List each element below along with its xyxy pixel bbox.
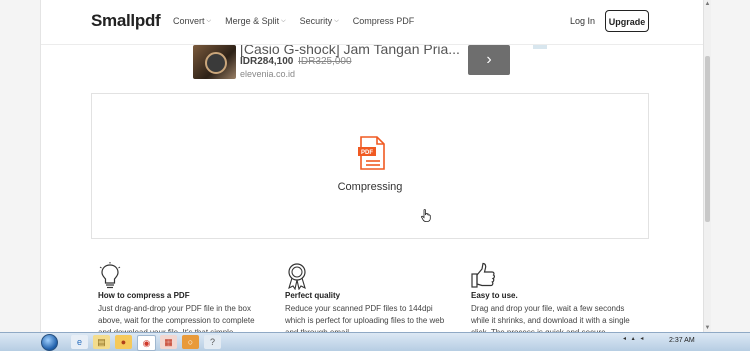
feature-title: How to compress a PDF	[98, 291, 190, 300]
nav-security-label: Security	[299, 16, 333, 26]
nav-compress-pdf[interactable]: Compress PDF	[353, 16, 415, 26]
nav-convert-label: Convert	[173, 16, 205, 26]
chrome-browser-icon[interactable]: ◉	[137, 335, 156, 351]
scroll-down-arrow-icon[interactable]: ▼	[704, 324, 711, 332]
feature-title: Perfect quality	[285, 291, 341, 300]
ad-price: IDR284,100 IDR325,000	[240, 56, 352, 67]
window-frame-left	[0, 0, 41, 332]
nav-merge-split[interactable]: Merge & Split ⌵	[225, 16, 286, 26]
feature-line: while it shrinks, and download it with a…	[471, 316, 630, 325]
ad-product-image[interactable]	[193, 45, 236, 79]
compression-status: Compressing	[337, 181, 403, 193]
scroll-up-arrow-icon[interactable]: ▲	[704, 0, 711, 8]
nav-security[interactable]: Security ⌵	[300, 16, 339, 26]
chevron-down-icon: ⌵	[206, 17, 212, 24]
vertical-scrollbar[interactable]: ▲ ▼	[703, 0, 711, 332]
windows-taskbar: e ▤ ● ◉ ▦ ○ ? ◂ ▴ ◂ 2:37 AM	[0, 332, 750, 351]
login-link[interactable]: Log In	[570, 16, 595, 26]
nav-compress-pdf-label: Compress PDF	[352, 16, 415, 26]
feature-perfect-quality: Perfect quality Reduce your scanned PDF …	[285, 262, 465, 339]
lightbulb-icon	[98, 262, 278, 290]
feature-line: Drag and drop your file, wait a few seco…	[471, 304, 625, 313]
feature-line: above, wait for the compression to compl…	[98, 316, 255, 325]
ad-banner[interactable]: [Casio G-shock] Jam Tangan Pria... IDR28…	[41, 45, 703, 83]
windows-logo-icon	[40, 334, 58, 351]
pdf-reader-icon[interactable]: ▦	[160, 335, 177, 349]
internet-explorer-icon[interactable]: e	[71, 335, 88, 349]
thumbs-up-icon	[471, 262, 651, 290]
site-header: Smallpdf Convert ⌵ Merge & Split ⌵ Secur…	[41, 0, 703, 45]
ad-choices-icon[interactable]	[533, 45, 547, 49]
feature-title: Easy to use.	[471, 291, 518, 300]
chevron-down-icon: ⌵	[281, 17, 286, 24]
feature-line: Just drag-and-drop your PDF file in the …	[98, 304, 251, 313]
ad-current-price: IDR284,100	[240, 56, 294, 67]
taskbar-clock[interactable]: 2:37 AM	[669, 337, 695, 344]
scroll-thumb[interactable]	[705, 56, 710, 222]
pdf-file-icon: PDF	[358, 136, 386, 175]
main-nav: Convert ⌵ Merge & Split ⌵ Security ⌵ Com…	[173, 16, 428, 26]
pdf-dropzone[interactable]: PDF Compressing	[91, 93, 649, 239]
pdf-icon-label: PDF	[361, 150, 373, 156]
nav-merge-split-label: Merge & Split	[225, 16, 280, 26]
firefox-icon[interactable]: ○	[182, 335, 199, 349]
ad-old-price: IDR325,000	[298, 56, 352, 67]
smallpdf-logo[interactable]: Smallpdf	[91, 11, 161, 31]
window-frame-right	[709, 0, 750, 332]
feature-how-to-compress: How to compress a PDF Just drag-and-drop…	[98, 262, 278, 339]
award-ribbon-icon	[285, 262, 465, 291]
chevron-right-icon: ›	[486, 51, 492, 68]
chevron-down-icon: ⌵	[334, 17, 339, 24]
hand-cursor-icon	[421, 209, 431, 227]
system-tray[interactable]: ◂ ▴ ◂	[623, 335, 645, 342]
help-icon[interactable]: ?	[204, 335, 221, 349]
ad-domain: elevenia.co.id	[240, 69, 296, 79]
nav-convert[interactable]: Convert ⌵	[173, 16, 211, 26]
feature-easy-to-use: Easy to use. Drag and drop your file, wa…	[471, 262, 651, 339]
feature-line: which is perfect for uploading files to …	[285, 316, 445, 325]
media-player-icon[interactable]: ●	[115, 335, 132, 349]
feature-line: Reduce your scanned PDF files to 144dpi	[285, 304, 433, 313]
upgrade-button[interactable]: Upgrade	[605, 10, 649, 32]
file-explorer-icon[interactable]: ▤	[93, 335, 110, 349]
start-button[interactable]	[39, 334, 59, 351]
ad-next-button[interactable]: ›	[468, 45, 510, 75]
